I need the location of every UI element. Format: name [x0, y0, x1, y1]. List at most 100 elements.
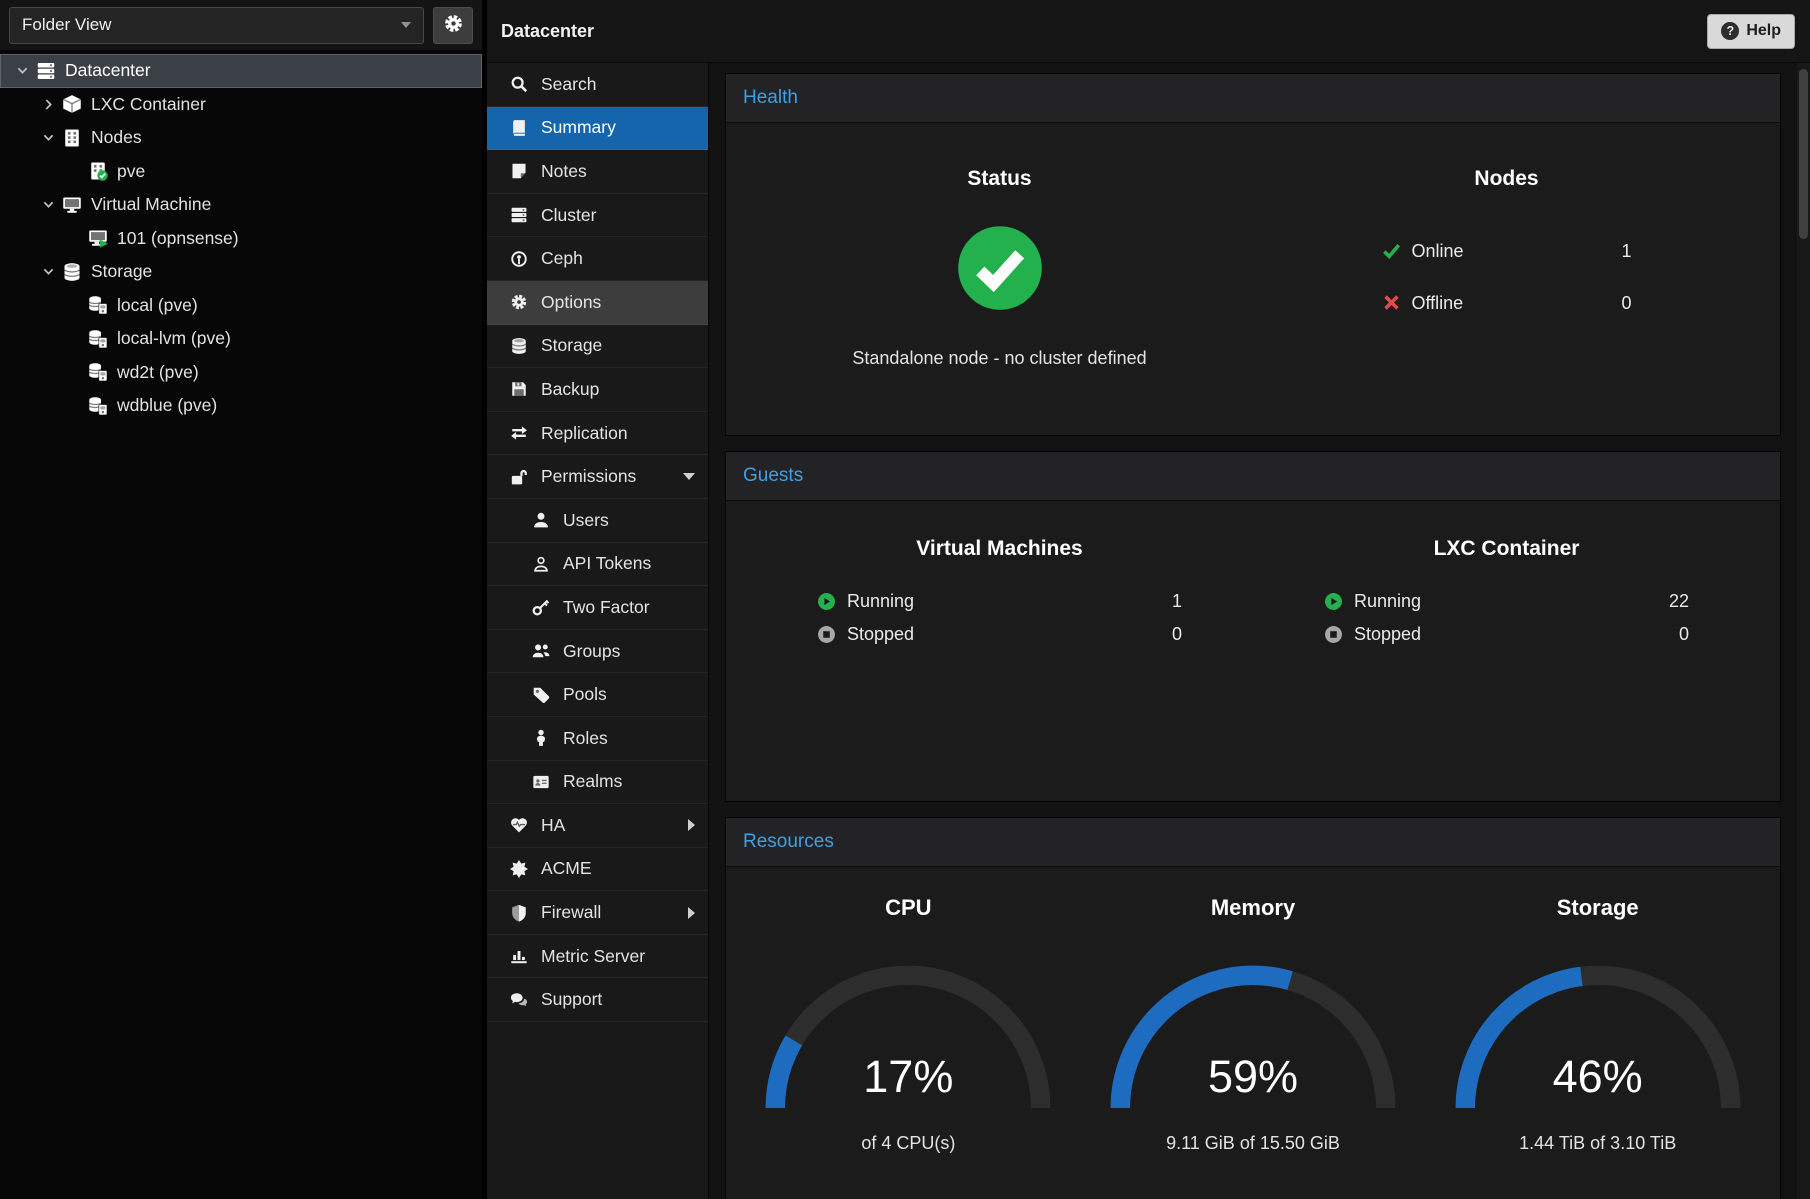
- menu-item-permissions[interactable]: Permissions: [487, 455, 708, 499]
- tree-item-label: wd2t (pve): [117, 362, 199, 383]
- server-icon: [508, 206, 529, 224]
- tree-item-virtual-machine[interactable]: Virtual Machine: [0, 188, 482, 222]
- tree-item-storage[interactable]: Storage: [0, 255, 482, 289]
- tree-item-label: local (pve): [117, 295, 198, 316]
- menu-item-realms[interactable]: Realms: [487, 761, 708, 805]
- expander-down-icon[interactable]: [36, 193, 60, 217]
- vm-stopped-value: 0: [1172, 624, 1182, 645]
- lxc-guests-table: Running 22 Stopped 0: [1324, 585, 1689, 651]
- tree-settings-button[interactable]: [433, 7, 473, 44]
- tree-item-local-lvm-pve[interactable]: local-lvm (pve): [0, 322, 482, 356]
- menu-item-label: Pools: [563, 684, 607, 705]
- expander-right-icon[interactable]: [36, 92, 60, 116]
- menu-item-ha[interactable]: HA: [487, 804, 708, 848]
- menu-item-label: Support: [541, 989, 602, 1010]
- menu-item-label: Permissions: [541, 466, 636, 487]
- lxc-stopped-value: 0: [1679, 624, 1689, 645]
- key-icon: [530, 598, 551, 616]
- tree-item-label: Datacenter: [65, 60, 151, 81]
- stop-icon: [1324, 625, 1344, 645]
- lxc-stopped-row: Stopped 0: [1324, 618, 1689, 651]
- note-icon: [508, 162, 529, 180]
- help-button-label: Help: [1746, 22, 1781, 40]
- menu-item-cluster[interactable]: Cluster: [487, 194, 708, 238]
- lxc-running-label: Running: [1354, 591, 1421, 612]
- gauge-detail: 9.11 GiB of 15.50 GiB: [1081, 1133, 1426, 1154]
- server-icon: [34, 60, 58, 82]
- gauge-arc: 46%: [1447, 957, 1749, 1119]
- menu-item-label: Two Factor: [563, 597, 650, 618]
- scrollbar-thumb[interactable]: [1799, 69, 1808, 239]
- view-mode-select[interactable]: Folder View: [9, 7, 424, 44]
- menu-item-label: Replication: [541, 423, 628, 444]
- menu-item-replication[interactable]: Replication: [487, 412, 708, 456]
- gauge-arc: 59%: [1102, 957, 1404, 1119]
- menu-item-two-factor[interactable]: Two Factor: [487, 586, 708, 630]
- menu-item-backup[interactable]: Backup: [487, 368, 708, 412]
- main-column: Datacenter ? Help Search SummaryNotes Clus…: [487, 0, 1810, 1199]
- tree-item-label: 101 (opnsense): [117, 228, 239, 249]
- desktop-icon: [60, 194, 84, 216]
- expander-spacer: [62, 293, 86, 317]
- vertical-scrollbar[interactable]: [1797, 63, 1810, 1199]
- lock-open-icon: [508, 468, 529, 486]
- tree-item-wd2t-pve[interactable]: wd2t (pve): [0, 356, 482, 390]
- status-message: Standalone node - no cluster defined: [746, 348, 1253, 369]
- menu-item-metric-server[interactable]: Metric Server: [487, 935, 708, 979]
- building-check-icon: [86, 160, 110, 182]
- menu-item-search[interactable]: Search: [487, 63, 708, 107]
- vm-running-value: 1: [1172, 591, 1182, 612]
- users-icon: [530, 642, 551, 660]
- tree-item-label: pve: [117, 161, 145, 182]
- tree-item-lxc-container[interactable]: LXC Container: [0, 88, 482, 122]
- tree-item-datacenter[interactable]: Datacenter: [0, 54, 482, 88]
- tree-item-nodes[interactable]: Nodes: [0, 121, 482, 155]
- menu-item-groups[interactable]: Groups: [487, 630, 708, 674]
- menu-item-api-tokens[interactable]: API Tokens: [487, 543, 708, 587]
- heartbeat-icon: [508, 816, 529, 834]
- health-panel-title: Health: [743, 87, 798, 109]
- menu-item-options[interactable]: Options: [487, 281, 708, 325]
- resource-tree: Datacenter LXC Container Nodes pve Virtual M…: [0, 50, 482, 1199]
- menu-item-label: Search: [541, 74, 596, 95]
- tree-item-pve[interactable]: pve: [0, 155, 482, 189]
- menu-item-label: Cluster: [541, 205, 596, 226]
- menu-item-ceph[interactable]: Ceph: [487, 237, 708, 281]
- menu-item-users[interactable]: Users: [487, 499, 708, 543]
- expander-spacer: [62, 360, 86, 384]
- expander-spacer: [62, 226, 86, 250]
- tree-item-label: Virtual Machine: [91, 194, 211, 215]
- tree-item-wdblue-pve[interactable]: wdblue (pve): [0, 389, 482, 423]
- guests-panel-body: Virtual Machines Running 1 Stopped: [726, 501, 1780, 801]
- top-bar: Datacenter ? Help: [487, 0, 1810, 63]
- menu-item-summary[interactable]: Summary: [487, 107, 708, 151]
- menu-item-storage[interactable]: Storage: [487, 325, 708, 369]
- expander-spacer: [62, 327, 86, 351]
- menu-item-firewall[interactable]: Firewall: [487, 891, 708, 935]
- expander-spacer: [62, 394, 86, 418]
- menu-item-label: Groups: [563, 641, 620, 662]
- lxc-guests-column: LXC Container Running 22 Stopped: [1253, 537, 1760, 651]
- expander-down-icon[interactable]: [36, 260, 60, 284]
- expander-down-icon[interactable]: [10, 59, 34, 83]
- expander-down-icon[interactable]: [36, 126, 60, 150]
- user-o-icon: [530, 555, 551, 573]
- person-icon: [530, 729, 551, 747]
- menu-item-roles[interactable]: Roles: [487, 717, 708, 761]
- nodes-title: Nodes: [1253, 167, 1760, 191]
- online-value: 1: [1621, 241, 1631, 262]
- health-panel-header: Health: [726, 74, 1780, 123]
- tree-item-local-pve[interactable]: local (pve): [0, 289, 482, 323]
- gauge-cpu: CPU17%of 4 CPU(s): [736, 895, 1081, 1154]
- help-button[interactable]: ? Help: [1707, 14, 1795, 49]
- seal-icon: [508, 860, 529, 878]
- menu-item-notes[interactable]: Notes: [487, 150, 708, 194]
- menu-item-pools[interactable]: Pools: [487, 673, 708, 717]
- menu-item-acme[interactable]: ACME: [487, 848, 708, 892]
- tree-item-label: Nodes: [91, 127, 142, 148]
- vm-guests-title: Virtual Machines: [746, 537, 1253, 561]
- tree-item-101-opnsense[interactable]: 101 (opnsense): [0, 222, 482, 256]
- gauge-storage: Storage46%1.44 TiB of 3.10 TiB: [1425, 895, 1770, 1154]
- menu-item-support[interactable]: Support: [487, 978, 708, 1022]
- ceph-icon: [508, 250, 529, 268]
